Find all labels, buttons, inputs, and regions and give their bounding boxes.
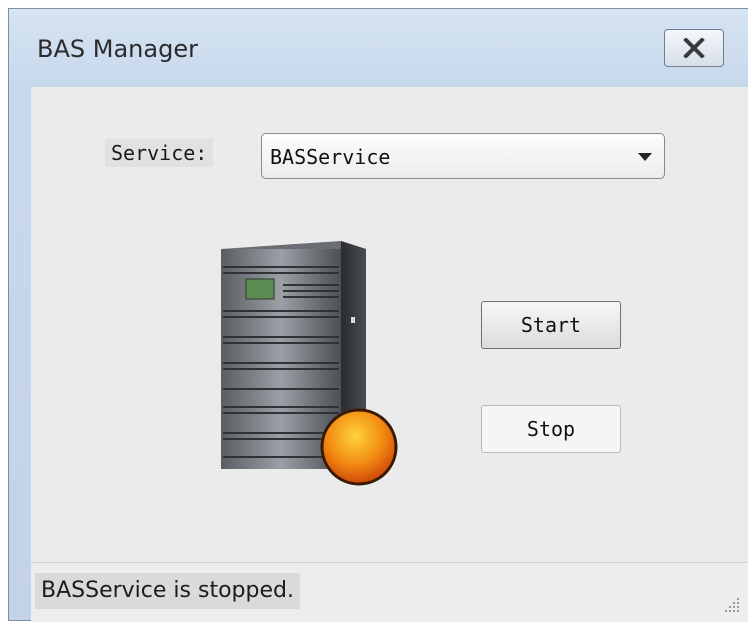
app-window: BAS Manager Service: BASService Start St…: [8, 8, 748, 622]
close-x-icon: [683, 38, 705, 58]
chevron-down-icon[interactable]: [638, 153, 652, 161]
start-button[interactable]: Start: [481, 301, 621, 349]
service-selected-value: BASService: [270, 145, 391, 169]
server-tower-icon: [221, 241, 398, 486]
resize-grip-icon[interactable]: [723, 596, 741, 614]
client-area: Service: BASService Start Stop: [31, 87, 748, 562]
window-title: BAS Manager: [37, 35, 198, 63]
service-label: Service:: [105, 139, 214, 167]
title-bar[interactable]: BAS Manager: [9, 9, 748, 87]
stop-button[interactable]: Stop: [481, 405, 621, 453]
status-bar: BASService is stopped.: [31, 562, 748, 622]
status-message: BASService is stopped.: [35, 573, 300, 609]
status-stopped-icon: [320, 408, 398, 486]
close-button[interactable]: [664, 29, 724, 67]
service-dropdown[interactable]: BASService: [261, 133, 665, 179]
